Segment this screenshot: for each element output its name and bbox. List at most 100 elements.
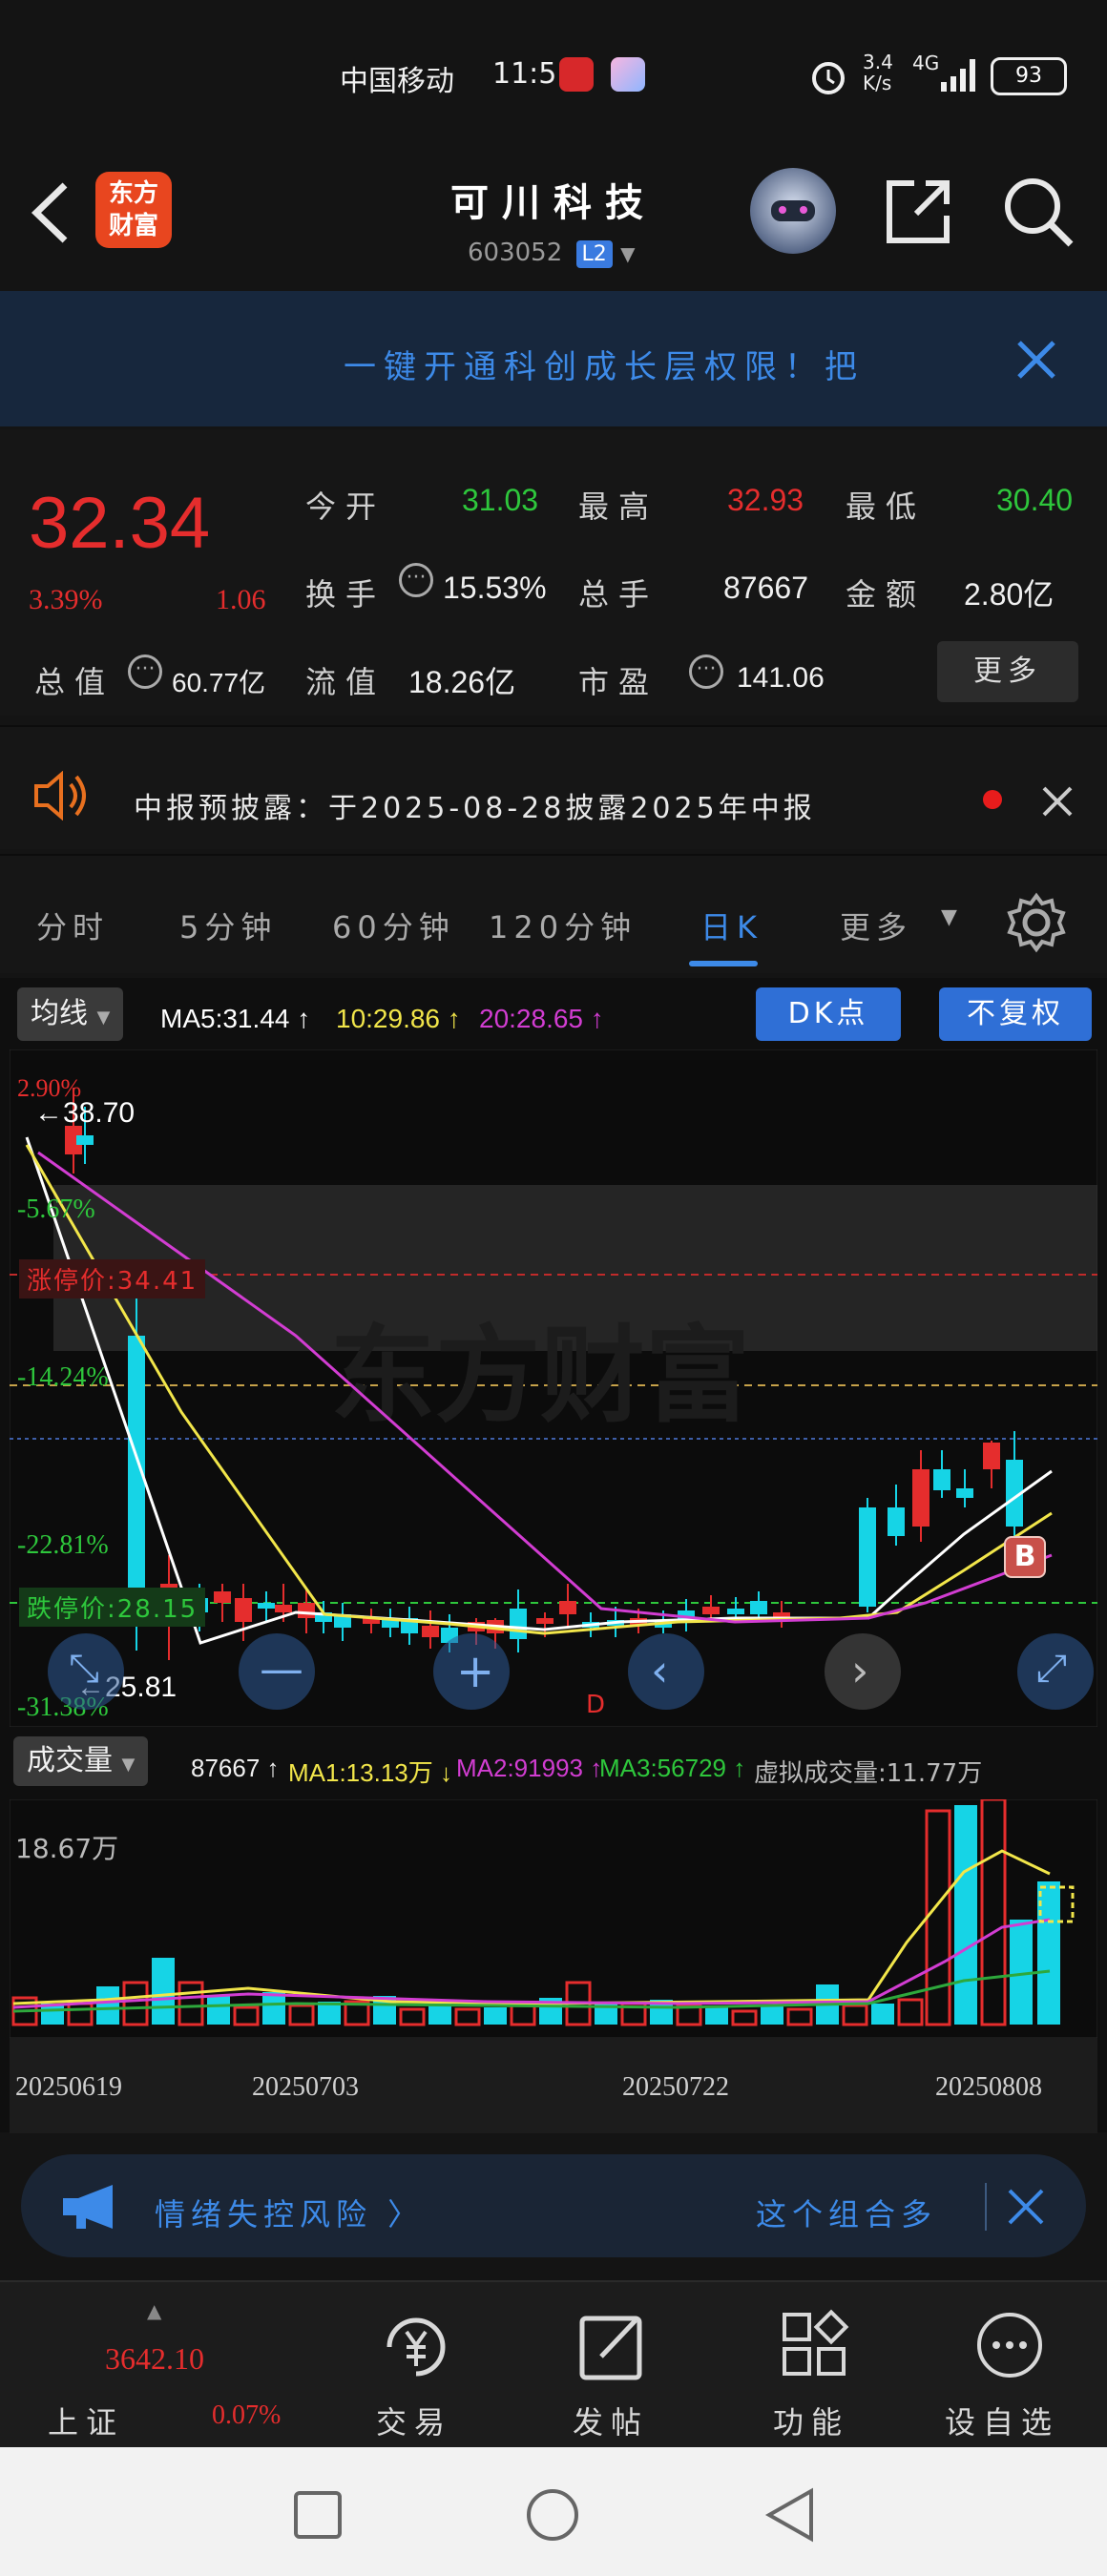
divider xyxy=(985,2183,987,2231)
volume-indicator-select[interactable]: 成交量 ▼ xyxy=(13,1736,149,1786)
community-promo-bar[interactable]: 情绪失控风险 〉 这个组合多 xyxy=(21,2154,1086,2257)
mktcap-value: 60.77亿 xyxy=(172,668,266,697)
ma10-readout: 10:29.86 ↑ xyxy=(336,1004,461,1033)
pct-2-label: -5.67% xyxy=(17,1195,95,1224)
level2-badge: L2 xyxy=(575,240,613,268)
candle-body xyxy=(912,1469,929,1527)
change-percent: 3.39% xyxy=(29,584,103,615)
post-icon[interactable] xyxy=(576,2309,649,2385)
candle-body xyxy=(510,1609,527,1639)
promo-left-text[interactable]: 情绪失控风险 〉 xyxy=(155,2191,424,2234)
nav-post[interactable]: 发帖 xyxy=(573,2399,649,2442)
date-label: 20250619 xyxy=(15,2072,122,2102)
back-arrow-icon[interactable] xyxy=(27,179,73,246)
more-dots-icon[interactable] xyxy=(973,2309,1046,2381)
quote-panel: 32.34 3.39% 1.06 今开 31.03 最高 32.93 最低 30… xyxy=(0,429,1107,716)
pe-value: 141.06 xyxy=(737,662,825,694)
date-axis xyxy=(10,2038,1097,2133)
dk-point-button[interactable]: DK点 xyxy=(756,987,901,1041)
tab-more[interactable]: 更多 xyxy=(840,904,912,947)
status-bar: 中国移动 11:51 3.4 K/s 4G 93 xyxy=(0,0,1107,143)
logo-text-top: 东方 xyxy=(108,179,158,208)
info-icon[interactable]: ··· xyxy=(689,654,723,689)
mktcap-label: 总值 xyxy=(34,664,115,700)
gear-icon[interactable] xyxy=(1006,892,1067,953)
tab-60min[interactable]: 60分钟 xyxy=(332,904,455,947)
candle-body xyxy=(298,1603,315,1618)
volume-value: 87667 xyxy=(723,571,808,605)
megaphone-icon xyxy=(63,2185,113,2229)
prev-button[interactable]: ‹ xyxy=(628,1633,704,1710)
notice-text: 中报预披露：于2025-08-28披露2025年中报 xyxy=(134,792,816,825)
nav-watchlist[interactable]: 设自选 xyxy=(945,2399,1059,2442)
limit-up-label: 涨停价:34.41 xyxy=(19,1259,206,1298)
index-change: 0.07% xyxy=(212,2400,282,2430)
high-label: 最高 xyxy=(578,488,659,525)
fullscreen-button[interactable]: ⤢ xyxy=(1017,1633,1094,1710)
volume-chart[interactable] xyxy=(10,1799,1097,2038)
stock-code-row[interactable]: 603052 L2 ▼ xyxy=(468,239,635,268)
alarm-icon xyxy=(812,62,845,94)
notice-bar[interactable]: 中报预披露：于2025-08-28披露2025年中报 xyxy=(0,725,1107,849)
vol-ma1-readout: MA1:13.13万 ↓ xyxy=(288,1758,452,1787)
tab-120min[interactable]: 120分钟 xyxy=(489,904,637,947)
date-label: 20250808 xyxy=(935,2072,1042,2102)
virtual-volume: 虚拟成交量:11.77万 xyxy=(754,1759,983,1788)
candle-body xyxy=(258,1603,275,1609)
close-icon[interactable] xyxy=(1040,784,1075,819)
adjust-button[interactable]: 不复权 xyxy=(939,987,1092,1041)
date-label: 20250703 xyxy=(252,2072,359,2102)
pct-3-label: -14.24% xyxy=(17,1362,109,1392)
more-button[interactable]: 更多 xyxy=(937,641,1078,702)
pe-label: 市盈 xyxy=(578,664,659,700)
shrink-button[interactable]: ⤡ xyxy=(48,1633,124,1710)
candle-body xyxy=(956,1488,973,1498)
turnover-label: 换手 xyxy=(305,576,386,613)
tab-daily-k[interactable]: 日K xyxy=(700,904,762,947)
nav-function[interactable]: 功能 xyxy=(773,2399,849,2442)
back-icon[interactable] xyxy=(763,2487,817,2543)
banner-text: 一键开通科创成长层权限！把 xyxy=(344,348,865,386)
next-button[interactable]: › xyxy=(825,1633,901,1710)
candle-body xyxy=(750,1601,767,1614)
chevron-down-icon: ▼ xyxy=(121,1755,136,1775)
index-name[interactable]: 上证 xyxy=(48,2399,124,2442)
apps-icon[interactable] xyxy=(779,2309,851,2381)
nav-trade[interactable]: 交易 xyxy=(376,2399,452,2442)
buy-marker[interactable]: B xyxy=(1004,1536,1046,1578)
search-icon[interactable] xyxy=(1000,174,1076,250)
candle-body xyxy=(983,1443,1000,1469)
share-icon[interactable] xyxy=(882,176,954,248)
chevron-down-icon: ▼ xyxy=(620,242,636,265)
home-icon[interactable] xyxy=(525,2487,580,2543)
close-icon[interactable] xyxy=(1006,2187,1046,2227)
recents-icon[interactable] xyxy=(292,2489,344,2541)
indicator-select[interactable]: 均线 ▼ xyxy=(17,987,124,1041)
volume-bar xyxy=(96,1986,119,2025)
vol-readout: 87667 ↑ xyxy=(191,1754,280,1782)
zoom-out-button[interactable]: — xyxy=(239,1633,315,1710)
battery-level: 93 xyxy=(1015,64,1042,88)
info-icon[interactable]: ··· xyxy=(399,563,433,597)
assistant-robot-icon[interactable] xyxy=(750,168,836,254)
chevron-left-icon: ‹ xyxy=(651,1645,669,1696)
high-value: 32.93 xyxy=(727,483,804,517)
info-icon[interactable]: ··· xyxy=(128,654,162,689)
candle-body xyxy=(422,1626,439,1637)
volume-bar xyxy=(262,1992,285,2025)
promo-right-text[interactable]: 这个组合多 xyxy=(756,2191,937,2234)
volume-bar xyxy=(152,1958,175,2025)
bottom-nav: ▲ 3642.10 上证 0.07% 交易 发帖 功能 设自选 xyxy=(0,2280,1107,2447)
shrink-icon: ⤡ xyxy=(69,1647,99,1691)
trade-icon[interactable] xyxy=(378,2309,454,2385)
turnover-value: 15.53% xyxy=(443,571,547,605)
promo-banner[interactable]: 一键开通科创成长层权限！把 xyxy=(0,291,1107,426)
minus-icon: — xyxy=(260,1643,303,1694)
zoom-in-button[interactable]: + xyxy=(433,1633,510,1710)
candle-body xyxy=(214,1591,231,1603)
tab-5min[interactable]: 5分钟 xyxy=(179,904,277,947)
battery-icon: 93 xyxy=(991,57,1067,95)
volume-bar xyxy=(954,1805,977,2025)
close-icon[interactable] xyxy=(1015,339,1057,381)
tab-intraday[interactable]: 分时 xyxy=(36,904,109,947)
